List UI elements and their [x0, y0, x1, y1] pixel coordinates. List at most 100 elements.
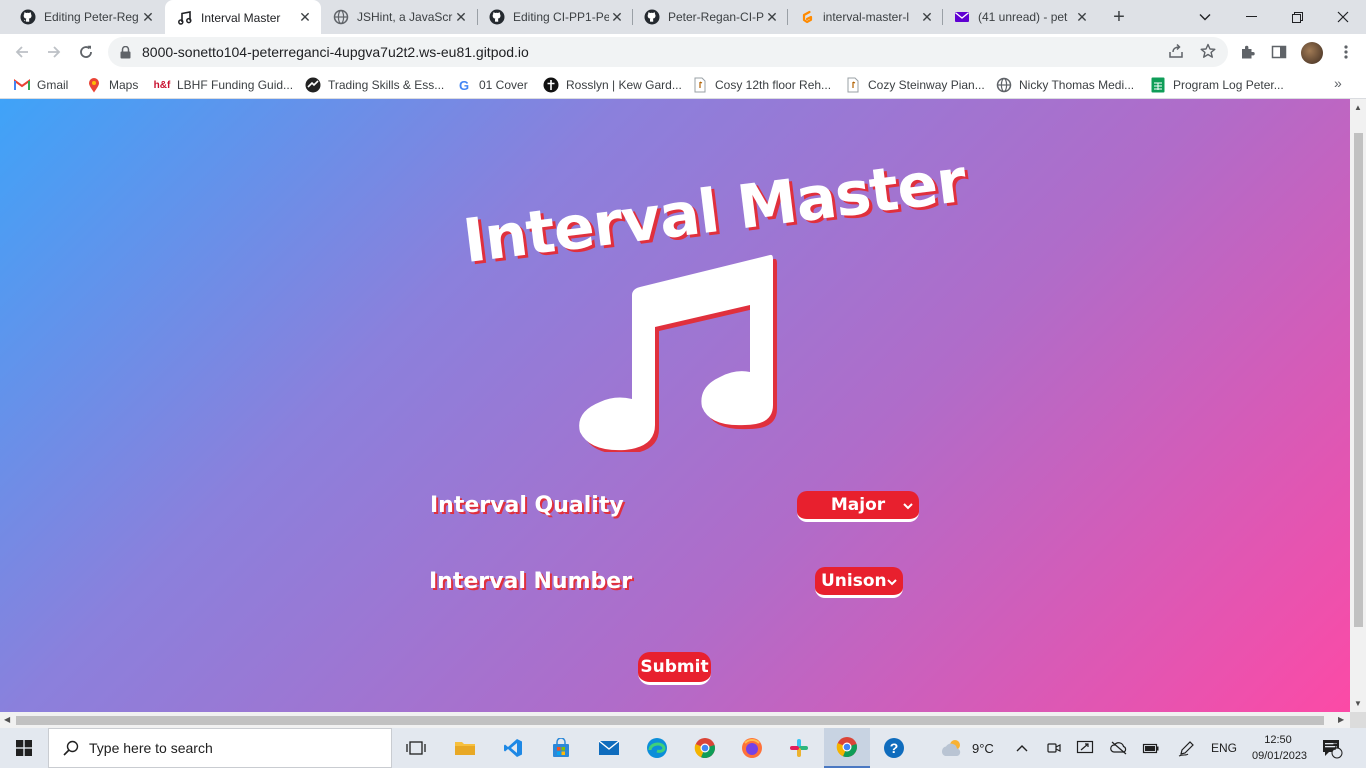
sheets-icon — [1150, 77, 1166, 93]
weather-widget[interactable]: 9°C — [940, 728, 994, 768]
github-icon — [489, 9, 505, 25]
bookmark-star-button[interactable] — [1198, 41, 1218, 61]
close-icon[interactable]: ✕ — [1074, 9, 1090, 25]
tray-screen[interactable] — [1076, 728, 1094, 768]
interval-quality-select[interactable]: Major — [797, 491, 919, 522]
get-help-app[interactable]: ? — [871, 728, 917, 768]
bookmark-label: Program Log Peter... — [1173, 78, 1284, 92]
back-button[interactable] — [8, 38, 36, 66]
arrow-right-icon — [48, 46, 61, 58]
tab-interval-master-gitpod[interactable]: interval-master-l ✕ — [787, 0, 943, 34]
weather-icon — [941, 740, 961, 756]
bookmark-cosy-12th-floor[interactable]: Cosy 12th floor Reh... — [692, 75, 831, 95]
tray-onedrive[interactable] — [1110, 728, 1128, 768]
close-icon[interactable]: ✕ — [919, 9, 935, 25]
notification-icon — [1323, 740, 1343, 759]
tab-jshint[interactable]: JSHint, a JavaScri ✕ — [321, 0, 477, 34]
chevron-down-icon — [887, 576, 897, 589]
bookmark-maps[interactable]: Maps — [86, 75, 138, 95]
music-note-icon — [579, 254, 777, 452]
new-tab-button[interactable]: + — [1107, 5, 1131, 29]
close-window-button[interactable] — [1320, 0, 1366, 34]
horizontal-scrollbar[interactable]: ◀ ▶ — [0, 712, 1350, 728]
show-hidden-icons-button[interactable] — [1016, 728, 1028, 768]
page-viewport: Interval Master Interval Quality Major I… — [0, 99, 1350, 712]
scroll-right-icon[interactable]: ▶ — [1338, 715, 1344, 724]
profile-avatar[interactable] — [1301, 42, 1323, 64]
firefox-app[interactable] — [729, 728, 775, 768]
forward-button[interactable] — [40, 38, 68, 66]
chevron-down-icon — [903, 500, 913, 513]
bookmark-label: Nicky Thomas Medi... — [1019, 78, 1135, 92]
bookmark-01-cover[interactable]: G 01 Cover — [456, 75, 528, 95]
tab-interval-master[interactable]: Interval Master ✕ — [165, 0, 321, 35]
file-explorer-app[interactable] — [442, 728, 488, 768]
vertical-scroll-thumb[interactable] — [1354, 133, 1363, 627]
close-icon[interactable]: ✕ — [609, 9, 625, 25]
bookmark-label: Cosy 12th floor Reh... — [715, 78, 832, 92]
tab-peter-regan-ci[interactable]: Peter-Regan-CI-P ✕ — [632, 0, 788, 34]
tab-search-button[interactable] — [1182, 0, 1228, 34]
minimize-button[interactable] — [1228, 0, 1274, 34]
start-button[interactable] — [0, 728, 48, 768]
tray-battery[interactable] — [1142, 728, 1160, 768]
scrollbar-corner — [1350, 712, 1366, 728]
rosslyn-icon — [543, 77, 559, 93]
task-view-button[interactable] — [393, 728, 439, 768]
chrome-app[interactable] — [682, 728, 728, 768]
windows-taskbar: Type here to search ? 9°C ENG 12:50 09/0… — [0, 728, 1366, 768]
reload-button[interactable] — [72, 38, 100, 66]
close-icon[interactable]: ✕ — [764, 9, 780, 25]
address-bar[interactable]: 8000-sonetto104-peterreganci-4upgva7u2t2… — [108, 37, 1228, 67]
close-icon[interactable]: ✕ — [140, 9, 156, 25]
chrome-app-active[interactable] — [824, 728, 870, 768]
side-panel-button[interactable] — [1268, 41, 1290, 63]
extensions-button[interactable] — [1237, 41, 1259, 63]
bookmark-nicky-thomas[interactable]: Nicky Thomas Medi... — [996, 75, 1134, 95]
vertical-scrollbar[interactable]: ▲ ▼ — [1350, 99, 1366, 712]
tab-title: Editing CI-PP1-Pe — [513, 10, 609, 24]
edge-app[interactable] — [634, 728, 680, 768]
bookmark-label: Trading Skills & Ess... — [328, 78, 445, 92]
horizontal-scroll-thumb[interactable] — [16, 716, 1324, 725]
vscode-app[interactable] — [490, 728, 536, 768]
bookmarks-overflow-button[interactable]: » — [1334, 75, 1342, 91]
microsoft-store-app[interactable] — [538, 728, 584, 768]
bookmark-label: Gmail — [37, 78, 69, 92]
bookmark-gmail[interactable]: Gmail — [14, 75, 68, 95]
more-vertical-icon — [1344, 45, 1348, 59]
tab-editing-ci-pp1[interactable]: Editing CI-PP1-Pe ✕ — [477, 0, 633, 34]
system-clock[interactable]: 12:50 09/01/2023 — [1252, 732, 1307, 764]
arrow-left-icon — [15, 46, 28, 58]
submit-button[interactable]: Submit — [638, 652, 711, 685]
scroll-down-icon[interactable]: ▼ — [1354, 699, 1362, 708]
weather-temp: 9°C — [972, 740, 994, 756]
bookmark-lbhf[interactable]: h&f LBHF Funding Guid... — [154, 75, 293, 95]
bookmark-rosslyn[interactable]: Rosslyn | Kew Gard... — [543, 75, 682, 95]
screen-icon — [1076, 740, 1094, 754]
interval-number-select[interactable]: Unison — [815, 567, 903, 598]
lock-icon[interactable] — [120, 45, 134, 59]
tray-pen[interactable] — [1178, 728, 1196, 768]
taskbar-search-box[interactable]: Type here to search — [48, 728, 392, 768]
restore-button[interactable] — [1274, 0, 1320, 34]
scroll-up-icon[interactable]: ▲ — [1354, 103, 1362, 112]
notification-center-button[interactable]: 7 — [1320, 728, 1344, 768]
firefox-icon — [742, 738, 762, 758]
chrome-menu-button[interactable] — [1335, 41, 1357, 63]
scroll-left-icon[interactable]: ◀ — [4, 715, 10, 724]
slack-app[interactable] — [776, 728, 822, 768]
close-icon[interactable]: ✕ — [453, 9, 469, 25]
tab-mail-unread[interactable]: (41 unread) - pet ✕ — [942, 0, 1098, 34]
share-button[interactable] — [1166, 41, 1186, 61]
mail-app[interactable] — [586, 728, 632, 768]
chrome-icon — [694, 738, 715, 759]
bookmark-program-log[interactable]: Program Log Peter... — [1150, 75, 1284, 95]
bookmark-trading-skills[interactable]: Trading Skills & Ess... — [305, 75, 444, 95]
language-indicator[interactable]: ENG — [1211, 728, 1237, 768]
tray-meet-now[interactable] — [1046, 728, 1062, 768]
tab-editing-peter-reg[interactable]: Editing Peter-Reg ✕ — [8, 0, 164, 34]
bookmark-cozy-steinway[interactable]: Cozy Steinway Pian... — [845, 75, 985, 95]
close-icon[interactable]: ✕ — [297, 9, 313, 26]
slack-icon — [790, 739, 808, 757]
